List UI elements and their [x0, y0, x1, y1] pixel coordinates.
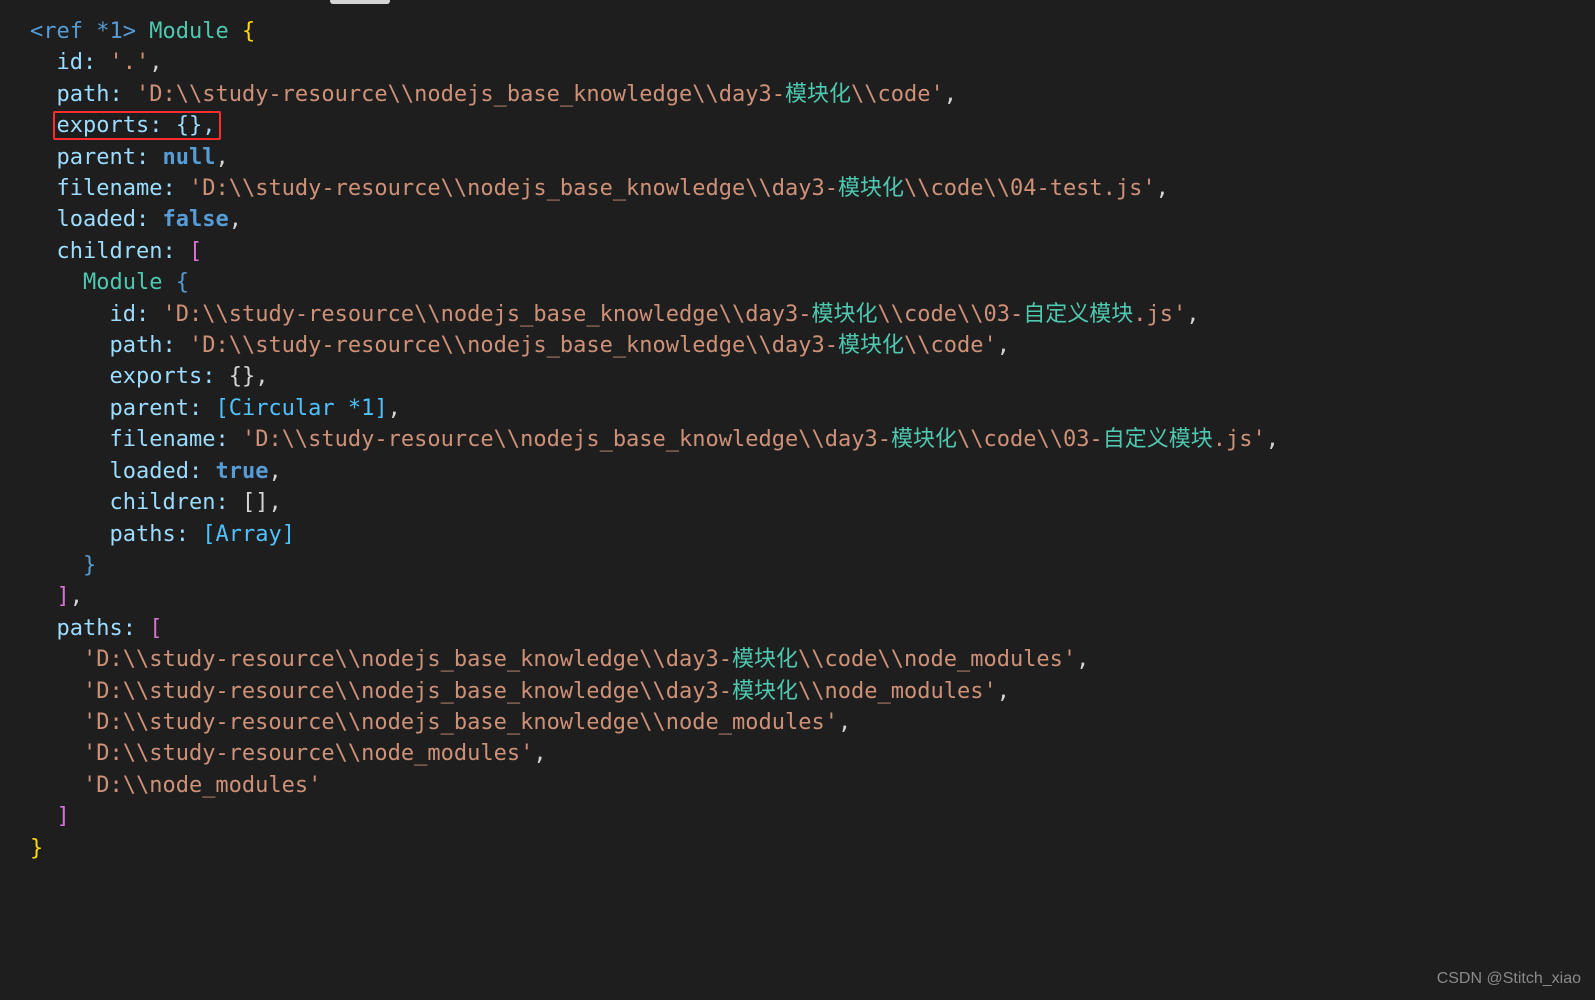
val-path-prefix: 'D:\\study-resource\\nodejs_base_knowled… — [136, 82, 785, 107]
prop-id: id: — [57, 50, 97, 75]
val-filename-suffix: \\code\\04-test.js' — [904, 176, 1156, 201]
array-ref: [Array] — [202, 522, 295, 547]
prop-parent: parent: — [57, 145, 150, 170]
child-prop-parent: parent: — [109, 396, 202, 421]
prop-path: path: — [57, 82, 123, 107]
child-prop-path: path: — [109, 333, 175, 358]
val-id: '.' — [110, 50, 150, 75]
prop-paths: paths: — [57, 616, 136, 641]
child-prop-loaded: loaded: — [109, 459, 202, 484]
child-prop-id: id: — [109, 302, 149, 327]
child-prop-filename: filename: — [109, 427, 228, 452]
val-filename-prefix: 'D:\\study-resource\\nodejs_base_knowled… — [189, 176, 838, 201]
paths-2: 'D:\\study-resource\\nodejs_base_knowled… — [83, 710, 838, 735]
val-path-cjk: 模块化 — [785, 82, 851, 107]
code-output: <ref *1> Module { id: '.', path: 'D:\\st… — [0, 0, 1595, 864]
child-prop-exports: exports: — [109, 364, 215, 389]
prop-loaded: loaded: — [57, 207, 150, 232]
exports-line: exports: {}, — [57, 113, 216, 138]
paths-0-prefix: 'D:\\study-resource\\nodejs_base_knowled… — [83, 647, 732, 672]
val-loaded: false — [162, 207, 228, 232]
ref-marker: <ref *1> — [30, 19, 136, 44]
val-filename-cjk: 模块化 — [838, 176, 904, 201]
child-prop-paths: paths: — [109, 522, 188, 547]
circular-ref: [Circular *1] — [215, 396, 387, 421]
child-type: Module — [83, 270, 162, 295]
paths-4: 'D:\\node_modules' — [83, 773, 321, 798]
child-prop-children: children: — [109, 490, 228, 515]
prop-filename: filename: — [57, 176, 176, 201]
prop-children: children: — [57, 239, 176, 264]
val-parent: null — [162, 145, 215, 170]
val-path-suffix: \\code' — [851, 82, 944, 107]
paths-1-prefix: 'D:\\study-resource\\nodejs_base_knowled… — [83, 679, 732, 704]
watermark: CSDN @Stitch_xiao — [1437, 963, 1581, 994]
highlighted-exports: exports: {}, — [53, 111, 222, 140]
top-divider — [330, 0, 390, 4]
paths-3: 'D:\\study-resource\\node_modules' — [83, 741, 533, 766]
module-type: Module — [149, 19, 228, 44]
